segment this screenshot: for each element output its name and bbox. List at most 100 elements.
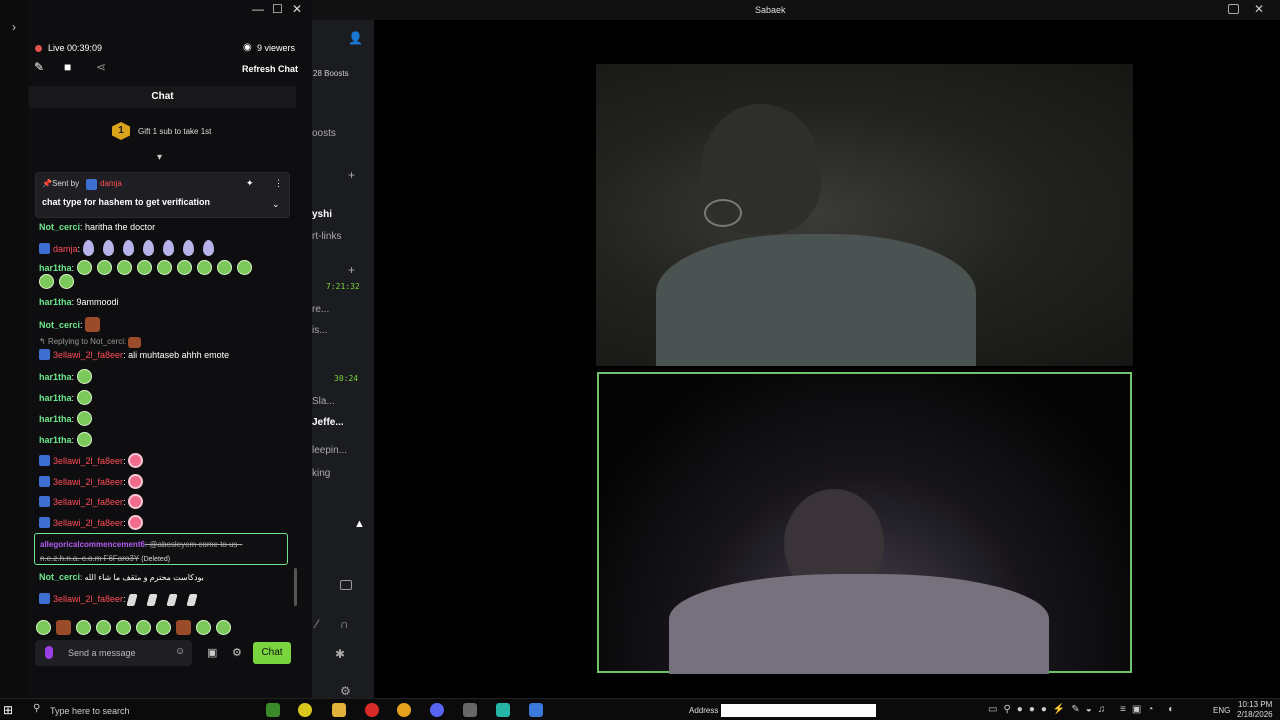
- pinned-author[interactable]: damja: [100, 179, 122, 188]
- emote-icon: [96, 620, 111, 635]
- channel-links[interactable]: rt-links: [312, 231, 341, 242]
- share-icon[interactable]: ⋖: [96, 60, 106, 74]
- item-2[interactable]: is...: [312, 325, 328, 336]
- webcam-feed-2: [597, 372, 1132, 674]
- headset-icon[interactable]: ∩: [340, 617, 349, 631]
- unpin-icon[interactable]: ✦: [246, 178, 254, 189]
- white-emote-icon: [146, 594, 158, 606]
- deleted-message-user[interactable]: allegoricalcommencement6: [40, 540, 145, 549]
- minimize-icon[interactable]: —: [252, 2, 264, 16]
- add-friend-icon[interactable]: 👤: [348, 31, 363, 45]
- chat-input-placeholder: Send a message: [68, 648, 136, 658]
- emote-icon: [176, 620, 191, 635]
- add-icon[interactable]: +: [348, 168, 355, 182]
- chat-message: 3ellawi_2l_fa8eer:: [39, 474, 148, 489]
- item-4[interactable]: Jeffe...: [312, 417, 344, 428]
- clock-time[interactable]: 10:13 PM: [1238, 700, 1272, 709]
- clock-date[interactable]: 2/18/2026: [1237, 710, 1273, 719]
- mute-icon[interactable]: ⁄: [316, 617, 318, 631]
- boosts-badge[interactable]: 28 Boosts: [313, 69, 349, 78]
- sound-icon[interactable]: ✱: [335, 647, 345, 661]
- emote-icon: [76, 620, 91, 635]
- item-5[interactable]: leepin...: [312, 445, 347, 456]
- deleted-tag: (Deleted): [141, 556, 171, 563]
- chat-input[interactable]: Send a message ☺: [35, 640, 192, 666]
- green-emote-icon: [96, 260, 112, 275]
- close-icon[interactable]: ✕: [1254, 2, 1264, 16]
- emote-bar[interactable]: [36, 618, 236, 636]
- discord-icon[interactable]: [430, 703, 444, 717]
- chat-message: har1tha: 9ammoodi: [39, 297, 119, 307]
- reply-arrow-icon: ↰: [39, 337, 48, 346]
- live-status: Live 00:39:09: [48, 43, 103, 53]
- green-emote-icon: [156, 260, 172, 275]
- item-6[interactable]: king: [312, 468, 330, 479]
- file-explorer-icon[interactable]: [332, 703, 346, 717]
- badge-icon: [39, 593, 50, 604]
- mic-icon[interactable]: [45, 646, 53, 659]
- eye-icon: ◉: [243, 42, 252, 53]
- app-titlebar: Sabaek ✕: [312, 0, 1280, 20]
- tray-icons[interactable]: ▭⚲●●●⚡✎◒♫ ≡▣◔ ◐: [988, 704, 1180, 715]
- badge-icon: [39, 517, 50, 528]
- expand-chevron-icon[interactable]: ⌄: [272, 199, 280, 210]
- taskbar-search-input[interactable]: Type here to search: [50, 706, 130, 716]
- chrome-icon[interactable]: [397, 703, 411, 717]
- language-indicator[interactable]: ENG: [1213, 706, 1230, 715]
- chat-message: har1tha:: [39, 260, 257, 275]
- drop-emote-icon: [122, 240, 134, 256]
- verified-badge-icon: [86, 179, 97, 190]
- chat-message: 3ellawi_2l_fa8eer:: [39, 593, 208, 606]
- edit-pencil-icon[interactable]: ✎: [34, 60, 44, 74]
- opera-icon[interactable]: [365, 703, 379, 717]
- chat-message: Not_cerci: بودكاست محترم و مثقف ما شاء ا…: [39, 572, 204, 582]
- window-close-icon[interactable]: ✕: [292, 2, 302, 16]
- face-emote-icon: [85, 317, 101, 332]
- send-chat-button[interactable]: Chat: [253, 642, 291, 664]
- chevron-right-icon[interactable]: ›: [12, 20, 16, 34]
- drop-emote-icon: [142, 240, 154, 256]
- green-emote-icon: [236, 260, 252, 275]
- emote-icon: [216, 620, 231, 635]
- chat-scrollbar[interactable]: [294, 568, 297, 606]
- item-3[interactable]: Sla...: [312, 396, 335, 407]
- chat-message: 3ellawi_2l_fa8eer:: [39, 494, 148, 509]
- active-app-icon[interactable]: [496, 703, 510, 717]
- chat-message: 3ellawi_2l_fa8eer:: [39, 453, 148, 468]
- xbox-app-icon[interactable]: [266, 703, 280, 717]
- windows-start-icon[interactable]: ⊞: [3, 703, 13, 717]
- item-1[interactable]: re...: [312, 304, 329, 315]
- store-icon[interactable]: ▣: [207, 646, 217, 659]
- shield-app-icon[interactable]: [529, 703, 543, 717]
- pinned-message[interactable]: 📌 Sent by damja ✦ ⋮ chat type for hashem…: [35, 172, 290, 218]
- time-stamp-1: 7:21:32: [326, 282, 360, 291]
- app-icon[interactable]: [463, 703, 477, 717]
- taskbar-search-icon[interactable]: ⚲: [33, 703, 40, 714]
- more-options-icon[interactable]: ⋮: [274, 178, 283, 189]
- address-input[interactable]: [721, 704, 876, 717]
- gift-sub-text[interactable]: Gift 1 sub to take 1st: [138, 127, 211, 136]
- green-emote-icon: [76, 411, 92, 426]
- chat-settings-icon[interactable]: ⚙: [232, 646, 242, 659]
- refresh-chat-button[interactable]: Refresh Chat: [242, 64, 298, 74]
- chat-message: 3ellawi_2l_fa8eer:: [39, 515, 148, 530]
- emoji-icon[interactable]: ☺: [175, 646, 185, 657]
- person-hoodie-shape-2: [669, 574, 1049, 674]
- screen-share-icon[interactable]: [340, 580, 352, 590]
- chat-message: 3ellawi_2l_fa8eer: ali muhtaseb ahhh emo…: [39, 349, 229, 360]
- clip-icon[interactable]: ■: [64, 60, 71, 74]
- white-emote-icon: [166, 594, 178, 606]
- left-edge-strip: [0, 0, 30, 698]
- badge-icon: [39, 476, 50, 487]
- emote-icon: [36, 620, 51, 635]
- pink-emote-icon: [128, 474, 144, 489]
- add-icon-2[interactable]: +: [348, 263, 355, 277]
- scroll-down-icon[interactable]: ▾: [157, 152, 162, 163]
- notify-app-icon[interactable]: [298, 703, 312, 717]
- maximize-icon[interactable]: ☐: [272, 2, 283, 16]
- chat-message: har1tha:: [39, 411, 97, 426]
- green-emote-icon: [116, 260, 132, 275]
- settings-gear-icon[interactable]: ⚙: [340, 684, 351, 698]
- green-emote-icon: [136, 260, 152, 275]
- cast-icon[interactable]: [1228, 4, 1239, 14]
